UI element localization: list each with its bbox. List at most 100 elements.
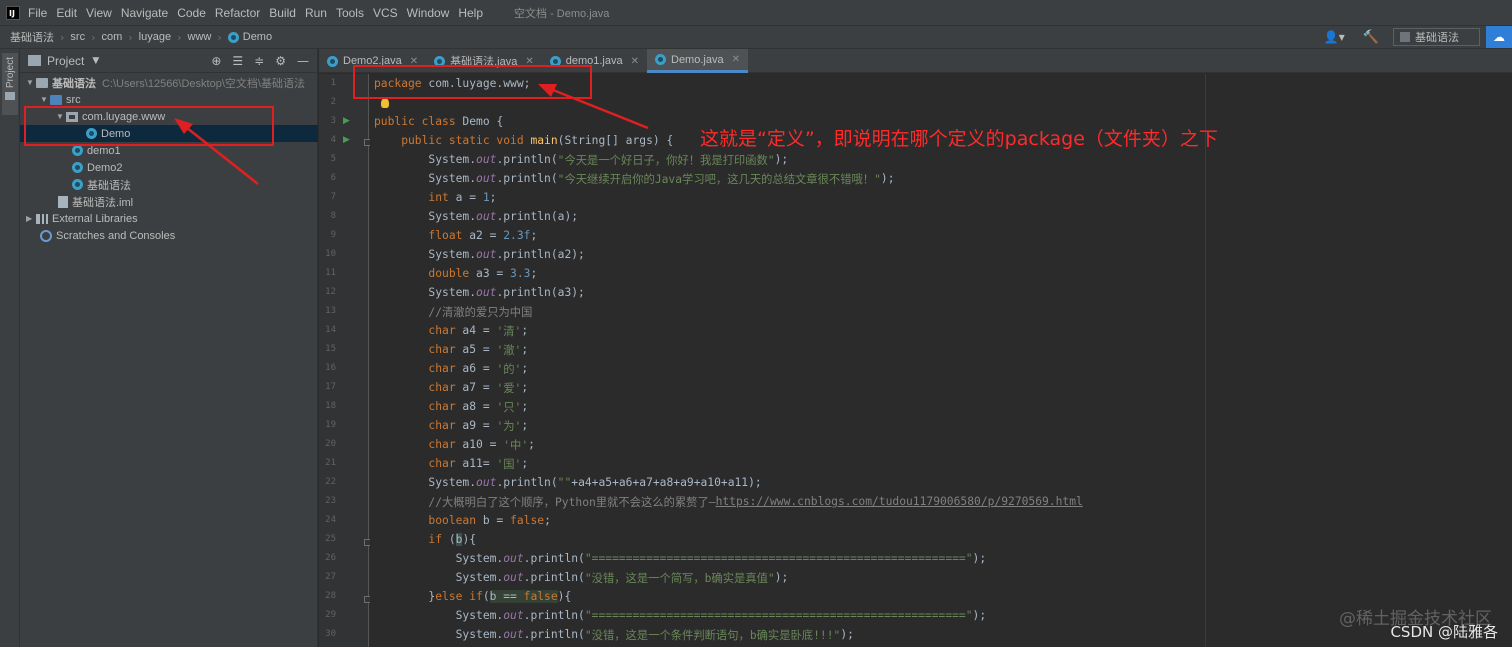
tree-item-label: src (66, 93, 81, 106)
tree-item-iml[interactable]: 基础语法.iml (20, 193, 318, 210)
line-number: 8 (330, 211, 336, 221)
code-token: ); (774, 153, 789, 166)
run-config-selector[interactable]: 基础语法 (1393, 28, 1480, 46)
chevron-down-icon[interactable]: ▼ (26, 78, 36, 87)
breadcrumb-com[interactable]: com (101, 31, 122, 43)
code-token: out (476, 248, 497, 261)
menu-refactor[interactable]: Refactor (215, 6, 260, 20)
collapse-all-icon[interactable]: ≑ (254, 54, 264, 68)
menu-bar: IJ File Edit View Navigate Code Refactor… (0, 0, 1512, 25)
line-number: 19 (325, 420, 336, 430)
tree-item-scratches[interactable]: Scratches and Consoles (20, 227, 318, 244)
code-line-11: double a3 = 3.3; (374, 264, 537, 283)
line-number: 7 (330, 192, 336, 202)
menu-window[interactable]: Window (407, 6, 450, 20)
tree-item-label: demo1 (87, 144, 121, 157)
code-line-23: //大概明白了这个顺序，Python里就不会这么的累赘了— https://www… (374, 492, 1083, 511)
code-token: '清' (496, 324, 522, 338)
code-line-28: } else if(b == false){ (374, 587, 571, 606)
chevron-right-icon[interactable]: ▶ (26, 214, 36, 223)
editor-gutter[interactable]: 1 2 3 4 5 6 7 8 9 10 11 12 13 14 15 16 1… (319, 74, 371, 647)
project-panel-title[interactable]: Project (47, 54, 84, 68)
breadcrumb-www[interactable]: www (188, 31, 212, 43)
code-token: ); (972, 552, 987, 565)
code-token: { (489, 115, 504, 128)
menu-run[interactable]: Run (305, 6, 327, 20)
menu-vcs[interactable]: VCS (373, 6, 398, 20)
line-number: 11 (325, 268, 336, 278)
menu-file[interactable]: File (28, 6, 47, 20)
code-line-29: System. out .println("====================… (374, 606, 987, 625)
code-line-30: System. out .println("没错，这是一个条件判断语句，b确实是卧底… (374, 625, 854, 644)
menu-navigate[interactable]: Navigate (121, 6, 168, 20)
menu-code[interactable]: Code (177, 6, 206, 20)
code-token-highlighted: b == (489, 590, 524, 603)
code-token: System. (374, 609, 504, 622)
code-token: out (503, 552, 524, 565)
intellij-logo-icon[interactable]: IJ (6, 5, 20, 20)
code-token: ; (521, 324, 529, 337)
code-token: ){ (557, 590, 572, 603)
code-token: System. (374, 172, 477, 185)
hide-icon[interactable]: — (297, 54, 309, 68)
run-main-icon[interactable]: ▶ (343, 135, 350, 145)
breadcrumb-separator: › (60, 30, 65, 44)
project-tool-label: Project (4, 57, 16, 89)
chevron-down-icon[interactable]: ▼ (92, 56, 99, 66)
close-icon[interactable]: ✕ (732, 54, 740, 65)
code-token: "=======================================… (584, 609, 973, 622)
breadcrumb-src[interactable]: src (70, 31, 85, 43)
breadcrumb-separator: › (91, 30, 96, 44)
tree-item-label: 基础语法 (52, 77, 96, 90)
build-hammer-icon[interactable]: 🔨 (1363, 30, 1379, 45)
java-class-icon (72, 162, 83, 173)
user-icon[interactable]: 👤▾ (1324, 30, 1345, 44)
code-editor[interactable]: package com.luyage.www; public class Dem… (370, 74, 1512, 647)
run-class-icon[interactable]: ▶ (343, 116, 350, 126)
code-token: System. (374, 286, 477, 299)
cloud-icon[interactable]: ☁ (1486, 26, 1512, 48)
code-token: ; (521, 362, 529, 375)
code-token: ; (530, 229, 538, 242)
menu-tools[interactable]: Tools (336, 6, 364, 20)
breadcrumb-project[interactable]: 基础语法 (10, 29, 54, 45)
code-token: '的' (496, 362, 522, 376)
run-config-icon (1400, 32, 1410, 42)
menu-build[interactable]: Build (269, 6, 296, 20)
breadcrumb-demo[interactable]: Demo (243, 31, 272, 43)
breadcrumb-luyage[interactable]: luyage (139, 31, 171, 43)
code-line-20: char a10 = '中'; (374, 435, 535, 454)
project-tool-tab[interactable]: Project (2, 53, 18, 115)
menu-help[interactable]: Help (458, 6, 483, 20)
code-token: char (374, 343, 456, 356)
code-comment-link[interactable]: https://www.cnblogs.com/tudou1179006580/… (716, 495, 1083, 508)
code-token: '为' (496, 419, 522, 433)
close-icon[interactable]: ✕ (631, 56, 639, 67)
tree-item-project-root[interactable]: ▼ 基础语法 C:\Users\12566\Desktop\空文档\基础语法 (20, 74, 318, 91)
line-number: 24 (325, 515, 336, 525)
code-token: ; (544, 514, 551, 527)
chevron-down-icon[interactable]: ▼ (40, 95, 50, 104)
code-token: char (374, 457, 456, 470)
locate-icon[interactable]: ⊕ (211, 54, 221, 68)
tree-item-external-libraries[interactable]: ▶ External Libraries (20, 210, 318, 227)
code-token: a3 = (469, 267, 511, 280)
tree-item-demo2[interactable]: Demo2 (20, 159, 318, 176)
code-token: char (374, 362, 456, 375)
code-line-4: public static void main (String[] args) { (374, 131, 673, 150)
code-token: ( (442, 533, 456, 546)
expand-all-icon[interactable]: ☰ (232, 54, 243, 68)
tree-item-path: C:\Users\12566\Desktop\空文档\基础语法 (102, 77, 305, 90)
code-comment: //清澈的爱只为中国 (374, 305, 533, 319)
menu-edit[interactable]: Edit (56, 6, 77, 20)
tree-item-jichu-class[interactable]: 基础语法 (20, 176, 318, 193)
code-token: '只' (496, 400, 522, 414)
tab-demo-java[interactable]: Demo.java ✕ (647, 49, 748, 73)
line-number: 10 (325, 249, 336, 259)
annotation-box-package (24, 106, 274, 146)
tree-item-label: External Libraries (52, 212, 138, 225)
gear-icon[interactable]: ⚙ (275, 54, 286, 68)
lightbulb-icon[interactable] (381, 98, 389, 108)
line-number: 15 (325, 344, 336, 354)
menu-view[interactable]: View (86, 6, 112, 20)
